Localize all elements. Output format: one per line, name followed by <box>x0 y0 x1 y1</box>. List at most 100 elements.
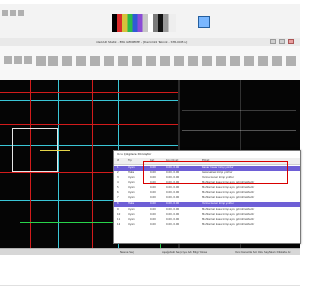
row-floor: 0.00 <box>150 196 156 199</box>
close-button[interactable] <box>288 39 294 44</box>
stair-outline <box>12 171 58 172</box>
ribbon-icon-18[interactable] <box>230 56 240 66</box>
row-coordinates: 0.00, 0.00 <box>166 186 180 189</box>
row-text: Muhtemel kasa kirişi aynı görülmektedir <box>202 223 255 226</box>
stair-outline <box>12 128 13 172</box>
wall-line <box>40 150 70 151</box>
row-index: 1 <box>117 166 119 169</box>
row-coordinates: 0.00, 0.00 <box>166 208 180 211</box>
row-coordinates: 0.00, 0.00 <box>166 223 180 226</box>
toolbar-icon-3[interactable] <box>18 10 24 16</box>
row-index: 11 <box>117 218 121 221</box>
table-row[interactable]: 10 Uyarı 0.00 0.00, 0.00 Muhtemel kasa k… <box>114 213 300 218</box>
table-row[interactable]: 6 Uyarı 0.00 0.00, 0.00 Muhtemel kasa ki… <box>114 191 300 196</box>
row-floor: 0.00 <box>150 223 156 226</box>
ribbon-icon-11[interactable] <box>132 56 142 66</box>
ribbon-icon-1[interactable] <box>4 56 12 64</box>
window-title: ideCAD Statik - EPA GENIEME - [Derinlikl… <box>96 40 188 44</box>
ribbon-icon-20[interactable] <box>258 56 268 66</box>
row-type: Uyarı <box>128 191 135 194</box>
row-floor: 0.00 <box>150 218 156 221</box>
screen: ideCAD Statik - EPA GENIEME - [Derinlikl… <box>0 0 301 300</box>
table-row[interactable]: 8 Hata 0.00 0.00, 0.00 Yerine kenar kiri… <box>114 202 300 207</box>
dialog-title: Ucu Çizgilere Dönüştür <box>117 152 152 156</box>
row-index: 3 <box>117 176 119 179</box>
ribbon-icon-3[interactable] <box>24 56 32 64</box>
row-type: Uyarı <box>128 176 135 179</box>
ribbon-icon-7[interactable] <box>76 56 86 66</box>
row-index: 6 <box>117 191 119 194</box>
grid-line <box>0 145 178 146</box>
table-row[interactable]: 12 Uyarı 0.00 0.00, 0.00 Muhtemel kasa k… <box>114 223 300 228</box>
row-type: Uyarı <box>128 208 135 211</box>
row-text: Yerine kenar kirişi yoktur <box>202 202 235 205</box>
table-row[interactable]: 7 Uyarı 0.00 0.00, 0.00 Muhtemel kasa ki… <box>114 196 300 201</box>
ribbon-icon-8[interactable] <box>90 56 100 66</box>
row-type: Uyarı <box>128 181 135 184</box>
layer-icon[interactable] <box>198 16 210 28</box>
row-floor: 0.00 <box>150 202 156 205</box>
3d-guide <box>182 110 296 111</box>
row-coordinates: 0.00, 0.00 <box>166 213 180 216</box>
table-row[interactable]: 11 Uyarı 0.00 0.00, 0.00 Muhtemel kasa k… <box>114 218 300 223</box>
toolbar-icon-1[interactable] <box>2 10 8 16</box>
table-row[interactable]: 9 Uyarı 0.00 0.00, 0.00 Muhtemel kasa ki… <box>114 208 300 213</box>
grid-line <box>0 92 178 93</box>
ribbon-icon-5[interactable] <box>48 56 58 66</box>
row-index: 7 <box>117 196 119 199</box>
ribbon-icon-14[interactable] <box>174 56 184 66</box>
row-type: Hata <box>128 202 135 205</box>
row-text: Muhtemel kasa kirişi aynı görülmektedir <box>202 186 255 189</box>
ribbon-icon-10[interactable] <box>118 56 128 66</box>
row-floor: 0.00 <box>150 191 156 194</box>
row-type: Uyarı <box>128 186 135 189</box>
row-floor: 0.00 <box>150 213 156 216</box>
row-coordinates: 0.00, 0.00 <box>166 202 180 205</box>
row-index: 2 <box>117 171 119 174</box>
row-index: 8 <box>117 202 119 205</box>
row-text: Muhtemel kasa kirişi aynı görülmektedir <box>202 213 255 216</box>
toolbar-icon-2[interactable] <box>10 10 16 16</box>
row-floor: 0.00 <box>150 208 156 211</box>
color-palette-icon[interactable] <box>112 14 176 32</box>
ribbon-icon-16[interactable] <box>202 56 212 66</box>
highlight-annotation-box <box>143 161 288 184</box>
ribbon-icon-15[interactable] <box>188 56 198 66</box>
ribbon: Tasarım Analiz Donatı Çizim Raporlar Ara… <box>0 46 300 97</box>
row-text: Muhtemel kasa kirişi aynı görülmektedir <box>202 191 255 194</box>
ribbon-icon-4[interactable] <box>36 56 46 66</box>
row-type: Uyarı <box>128 213 135 216</box>
stair-outline <box>12 128 58 129</box>
row-type: Uyarı <box>128 166 135 169</box>
row-index: 9 <box>117 208 119 211</box>
row-text: Muhtemel kasa kirişi aynı görülmektedir <box>202 218 255 221</box>
row-index: 4 <box>117 181 119 184</box>
minimize-button[interactable] <box>270 39 276 44</box>
ribbon-icon-22[interactable] <box>286 56 296 66</box>
row-index: 10 <box>117 213 121 216</box>
ribbon-icon-6[interactable] <box>62 56 72 66</box>
ribbon-icon-12[interactable] <box>146 56 156 66</box>
row-text: Muhtemel kasa kirişi aynı görülmektedir <box>202 208 255 211</box>
divider <box>0 285 300 286</box>
row-index: 5 <box>117 186 119 189</box>
ribbon-icon-21[interactable] <box>272 56 282 66</box>
grid-line <box>0 100 178 101</box>
ribbon-icon-19[interactable] <box>244 56 254 66</box>
background-area <box>0 255 300 300</box>
ribbon-icon-17[interactable] <box>216 56 226 66</box>
row-type: Uyarı <box>128 223 135 226</box>
ribbon-icon-2[interactable] <box>14 56 22 64</box>
row-type: Uyarı <box>128 196 135 199</box>
maximize-button[interactable] <box>279 39 285 44</box>
table-row[interactable]: 5 Uyarı 0.00 0.00, 0.00 Muhtemel kasa ki… <box>114 186 300 191</box>
ribbon-icon-13[interactable] <box>160 56 170 66</box>
col-header-type: Tip <box>128 159 132 162</box>
grid-line <box>0 124 178 125</box>
row-type: Uyarı <box>128 218 135 221</box>
ribbon-icon-9[interactable] <box>104 56 114 66</box>
row-type: Hata <box>128 171 135 174</box>
quick-access-toolbar <box>0 4 300 38</box>
row-coordinates: 0.00, 0.00 <box>166 196 180 199</box>
3d-guide <box>182 130 296 131</box>
